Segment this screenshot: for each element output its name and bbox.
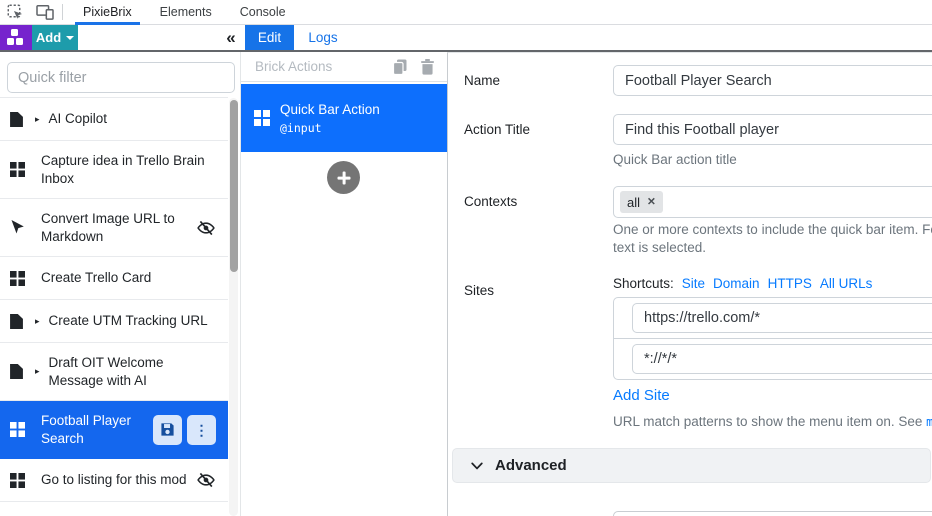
shortcut-site-link[interactable]: Site [682, 276, 705, 291]
add-button[interactable]: Add [32, 25, 78, 50]
sidebar-item-convert-image-url[interactable]: Convert Image URL to Markdown [0, 199, 228, 257]
site-pattern-row [614, 338, 932, 379]
shortcut-https-link[interactable]: HTTPS [768, 276, 812, 291]
file-icon [10, 313, 32, 329]
inspect-element-icon[interactable] [0, 0, 30, 24]
remove-tag-icon[interactable]: ✕ [647, 196, 656, 208]
brick-config-panel: Name Action Title Quick Bar action title… [447, 52, 932, 516]
sidebar-item-ai-copilot[interactable]: ▸ AI Copilot [0, 98, 228, 141]
eye-slash-icon [197, 471, 215, 489]
mod-actions: ⋮ [153, 414, 216, 445]
plus-icon [337, 171, 350, 184]
sites-list [613, 297, 932, 380]
copy-icon[interactable] [392, 59, 408, 75]
mods-sidebar: ▸ AI Copilot Capture idea in Trello Brai… [0, 52, 240, 516]
cursor-icon [10, 219, 32, 236]
trash-icon[interactable] [420, 58, 435, 75]
contexts-select[interactable]: all ✕ [613, 186, 932, 218]
pixiebrix-devtools-screen: PixieBrix Elements Console Add « Edit Lo… [0, 0, 932, 516]
tab-logs[interactable]: Logs [294, 25, 352, 50]
name-label: Name [464, 73, 501, 88]
toolbar-divider [62, 4, 63, 20]
action-title-label: Action Title [464, 122, 531, 137]
contexts-help-line2: text is selected. [613, 240, 707, 255]
caret-down-icon [66, 35, 75, 40]
sidebar-item-hide-card-archive[interactable]: Hide Card Archive Alert in [0, 502, 228, 516]
brick-quick-bar-action[interactable]: Quick Bar Action @input [241, 84, 447, 152]
sidebar-item-capture-idea[interactable]: Capture idea in Trello Brain Inbox [0, 141, 228, 199]
eye-slash-icon [197, 219, 215, 237]
contexts-label: Contexts [464, 194, 518, 209]
sidebar-item-football-player-search[interactable]: Football Player Search ⋮ [0, 401, 228, 459]
context-tag-all: all ✕ [620, 191, 663, 213]
collapse-sidebar-button[interactable]: « [218, 25, 244, 50]
sidebar-scrollbar-thumb[interactable] [229, 100, 238, 272]
grid-icon [254, 110, 270, 126]
collapse-chevrons-icon: « [226, 28, 236, 47]
advanced-section-toggle[interactable]: Advanced [452, 448, 931, 483]
kebab-menu-icon: ⋮ [194, 421, 209, 438]
expand-caret-icon: ▸ [35, 366, 40, 376]
add-site-link[interactable]: Add Site [613, 387, 670, 404]
sidebar-item-create-utm-url[interactable]: ▸ Create UTM Tracking URL [0, 300, 228, 343]
action-title-help: Quick Bar action title [613, 152, 737, 167]
advanced-label: Advanced [495, 457, 567, 474]
site-pattern-input-1[interactable] [632, 303, 932, 333]
brick-actions-header: Brick Actions [241, 52, 447, 82]
mod-list: ▸ AI Copilot Capture idea in Trello Brai… [0, 97, 228, 516]
mod-menu-button[interactable]: ⋮ [187, 414, 216, 445]
sidebar-scrollbar[interactable] [229, 98, 238, 516]
expand-caret-icon: ▸ [35, 315, 40, 326]
add-brick-button[interactable] [327, 161, 360, 194]
shortcut-all-urls-link[interactable]: All URLs [820, 276, 873, 291]
grid-icon [10, 422, 32, 437]
action-title-input[interactable] [613, 114, 932, 145]
sidebar-item-go-to-listing[interactable]: Go to listing for this mod [0, 459, 228, 502]
devtools-tab-console[interactable]: Console [226, 0, 300, 25]
devtools-tab-bar: PixieBrix Elements Console [0, 0, 932, 25]
pixiebrix-logo [0, 25, 32, 50]
sidebar-item-create-trello-card[interactable]: Create Trello Card [0, 257, 228, 300]
chevron-down-icon [471, 462, 483, 469]
devtools-tab-elements[interactable]: Elements [146, 0, 226, 25]
site-pattern-row [614, 298, 932, 338]
grid-icon [10, 472, 32, 488]
file-icon [10, 111, 32, 127]
quick-filter-input[interactable] [7, 62, 235, 93]
extension-toolbar: Add « Edit Logs [0, 25, 932, 52]
devtools-tab-pixiebrix[interactable]: PixieBrix [69, 0, 146, 25]
name-input[interactable] [613, 65, 932, 96]
site-pattern-input-2[interactable] [632, 344, 932, 374]
sites-label: Sites [464, 283, 495, 298]
sidebar-item-draft-oit-message[interactable]: ▸ Draft OIT Welcome Message with AI [0, 343, 228, 401]
sites-help: URL match patterns to show the menu item… [613, 414, 932, 429]
brick-actions-panel: Brick Actions Quick Bar Action @input [240, 52, 447, 516]
site-shortcuts: Shortcuts: Site Domain HTTPS All URLs [613, 276, 873, 291]
pixiebrix-bricks-icon [7, 29, 25, 46]
match-patterns-link[interactable]: mat [926, 415, 932, 429]
grid-icon [10, 162, 32, 177]
contexts-help-line1: One or more contexts to include the quic… [613, 222, 932, 237]
brick-actions-title: Brick Actions [255, 59, 333, 74]
advanced-field-input[interactable] [613, 511, 932, 516]
expand-caret-icon: ▸ [35, 113, 40, 124]
brick-output-key: @input [280, 120, 322, 135]
shortcut-domain-link[interactable]: Domain [713, 276, 760, 291]
tab-edit[interactable]: Edit [245, 25, 294, 50]
file-icon [10, 364, 32, 379]
device-toolbar-icon[interactable] [30, 0, 60, 24]
grid-icon [10, 270, 32, 286]
save-button[interactable] [153, 414, 182, 445]
brick-title: Quick Bar Action [280, 101, 380, 117]
